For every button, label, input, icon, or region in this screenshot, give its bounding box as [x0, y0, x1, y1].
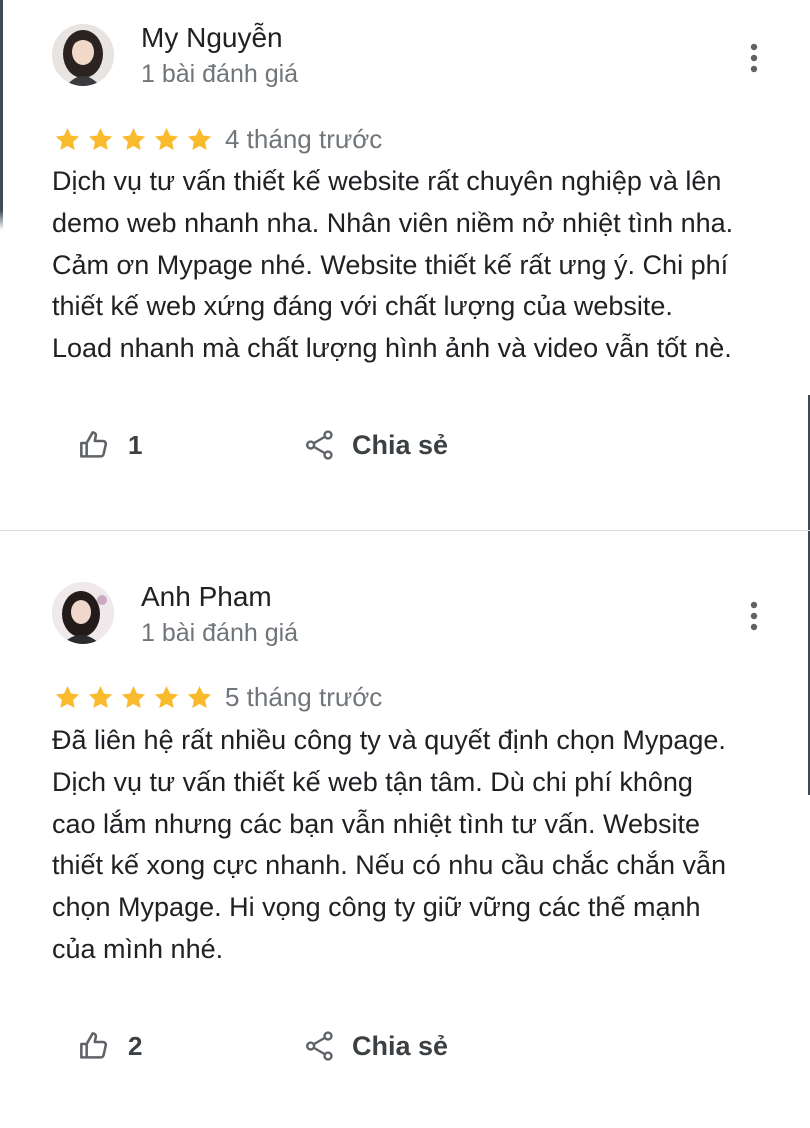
star-group	[54, 684, 213, 711]
review-text-line: cao lắm nhưng các bạn vẫn nhiệt tình tư …	[52, 808, 701, 839]
reviewer-name[interactable]: My Nguyễn	[141, 22, 283, 54]
review-text-line: Dịch vụ tư vấn thiết kế web tận tâm. Dù …	[52, 766, 693, 797]
review-actions: 2 Chia sẻ	[78, 1026, 448, 1066]
like-button[interactable]: 2	[78, 1030, 304, 1062]
review-card: My Nguyễn 1 bài đánh giá 4 tháng trước D…	[0, 0, 810, 530]
reviewer-review-count: 1 bài đánh giá	[141, 619, 299, 647]
share-button[interactable]: Chia sẻ	[304, 1029, 448, 1063]
thumbs-up-icon	[80, 1032, 108, 1059]
review-text-line: của mình nhé.	[52, 933, 224, 964]
reviewer-avatar[interactable]	[52, 24, 114, 86]
review-date: 4 tháng trước	[225, 123, 383, 154]
review-text-line: thiết kế web xứng đáng với chất lượng củ…	[52, 291, 673, 322]
review-card: Anh Pham 1 bài đánh giá 5 tháng trước Đã…	[0, 531, 810, 1128]
thumbs-up-icon	[80, 431, 108, 458]
review-text-line: chọn Mypage. Hi vọng công ty giữ vững cá…	[52, 892, 701, 923]
review-text-line: demo web nhanh nha. Nhân viên niềm nở nh…	[52, 207, 734, 238]
share-button[interactable]: Chia sẻ	[304, 428, 448, 462]
star-icon	[154, 685, 179, 708]
review-text-line: Dịch vụ tư vấn thiết kế website rất chuy…	[52, 166, 722, 196]
star-icon	[187, 127, 212, 150]
star-icon	[55, 685, 80, 708]
like-count: 2	[128, 1030, 143, 1061]
review-text-line: Load nhanh mà chất lượng hình ảnh và vid…	[52, 333, 732, 364]
star-icon	[121, 685, 146, 708]
review-actions: 1 Chia sẻ	[78, 425, 448, 465]
more-options-icon[interactable]	[740, 598, 768, 634]
review-text: Đã liên hệ rất nhiều công ty và quyết đị…	[52, 720, 792, 971]
review-text: Dịch vụ tư vấn thiết kế website rất chuy…	[52, 161, 792, 370]
share-icon	[306, 1031, 333, 1061]
star-rating: 5 tháng trước	[54, 680, 382, 714]
review-date: 5 tháng trước	[225, 681, 383, 712]
more-options-icon[interactable]	[740, 40, 768, 76]
reviewer-name[interactable]: Anh Pham	[141, 581, 272, 613]
star-group	[54, 126, 213, 153]
reviewer-review-count: 1 bài đánh giá	[141, 60, 299, 88]
star-icon	[88, 685, 113, 708]
reviewer-avatar[interactable]	[52, 582, 114, 644]
review-text-line: thiết kế xong cực nhanh. Nếu có nhu cầu …	[52, 850, 727, 881]
share-icon	[306, 430, 333, 460]
star-icon	[154, 127, 179, 150]
like-button[interactable]: 1	[78, 429, 304, 461]
star-icon	[88, 127, 113, 150]
star-icon	[121, 127, 146, 150]
share-label: Chia sẻ	[352, 429, 449, 460]
star-rating: 4 tháng trước	[54, 122, 382, 156]
share-label: Chia sẻ	[352, 1030, 449, 1061]
review-text-line: Đã liên hệ rất nhiều công ty và quyết đị…	[52, 725, 726, 755]
star-icon	[55, 127, 80, 150]
review-text-line: Cảm ơn Mypage nhé. Website thiết kế rất …	[52, 249, 729, 280]
like-count: 1	[128, 429, 143, 460]
star-icon	[187, 685, 212, 708]
